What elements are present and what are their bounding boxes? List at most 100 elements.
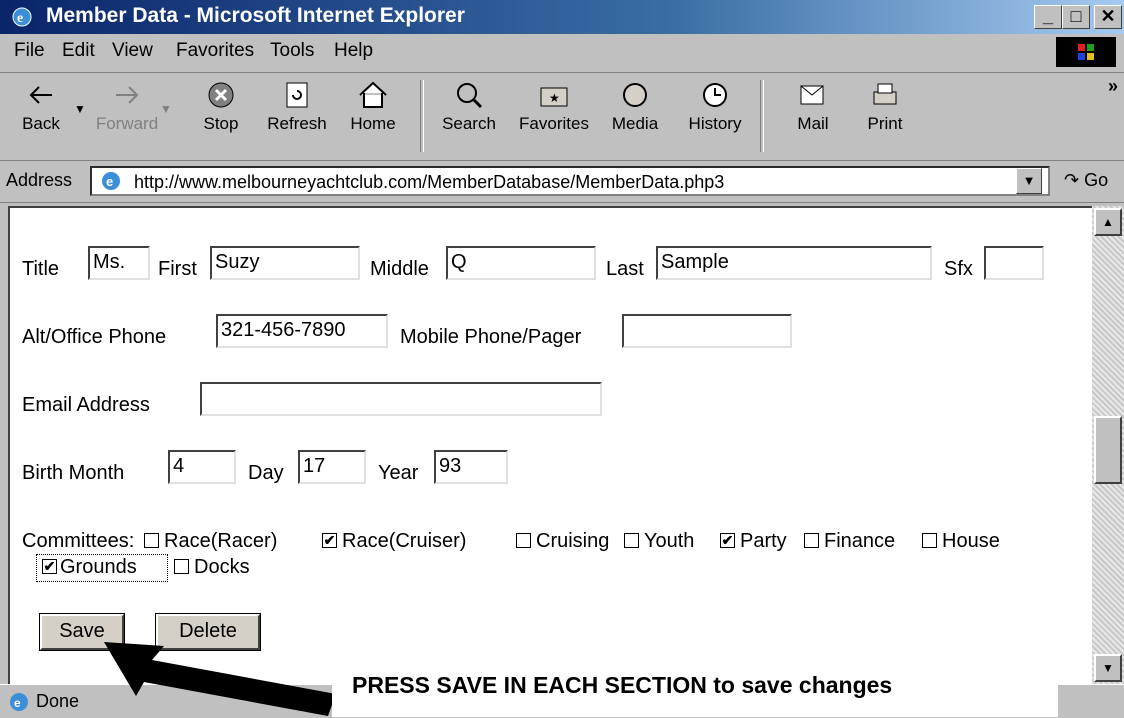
scroll-down-button[interactable]: ▼ [1094,654,1122,682]
minimize-button[interactable]: _ [1034,5,1062,29]
first-name-label: First [158,258,197,280]
window-title: Member Data - Microsoft Internet Explore… [46,4,465,27]
title-bar: e Member Data - Microsoft Internet Explo… [0,0,1124,34]
committee-docks-label: Docks [194,556,250,578]
back-dropdown-icon[interactable]: ▼ [74,102,86,116]
committee-grounds-label: Grounds [60,556,137,578]
go-button[interactable]: ↷ Go [1064,170,1108,191]
alt-phone-input[interactable]: 321-456-7890 [216,314,388,348]
committee-docks-checkbox[interactable] [174,559,189,574]
birth-month-input[interactable]: 4 [168,450,236,484]
toolbar-overflow-chevron[interactable]: » [1108,76,1118,97]
suffix-input[interactable] [984,246,1044,280]
home-button[interactable]: Home [338,78,408,156]
annotation-arrow-icon [104,642,336,716]
internet-explorer-icon: e [12,7,32,27]
mobile-phone-label: Mobile Phone/Pager [400,326,582,348]
toolbar: Back ▼ Forward ▼ Stop Refresh Home Searc… [0,72,1124,161]
forward-dropdown-icon[interactable]: ▼ [160,102,172,116]
committee-house-label: House [942,530,1000,552]
annotation-text: PRESS SAVE IN EACH SECTION to save chang… [352,672,893,698]
middle-name-label: Middle [370,258,429,280]
title-input[interactable]: Ms. [88,246,150,280]
stop-button[interactable]: Stop [186,78,256,156]
favorites-folder-icon: ★ [540,87,568,107]
print-label: Print [867,114,903,133]
page-icon: e [102,172,120,190]
mobile-phone-input[interactable] [622,314,792,348]
search-button[interactable]: Search [434,78,504,156]
back-label: Back [22,114,60,133]
mail-icon [800,85,824,105]
back-button[interactable]: Back [6,78,76,156]
scroll-up-button[interactable]: ▲ [1094,208,1122,236]
alt-phone-label: Alt/Office Phone [22,326,167,348]
toolbar-separator [760,80,764,152]
windows-logo-icon [1056,37,1116,67]
forward-label: Forward [95,114,159,133]
day-input[interactable]: 17 [298,450,366,484]
address-url: http://www.melbourneyachtclub.com/Member… [134,172,725,192]
last-name-label: Last [606,258,644,280]
home-icon [359,81,387,108]
committee-finance-checkbox[interactable] [804,533,819,548]
middle-name-input[interactable]: Q [446,246,596,280]
print-button[interactable]: Print [850,78,920,156]
first-name-input[interactable]: Suzy [210,246,360,280]
home-label: Home [350,114,396,133]
year-input[interactable]: 93 [434,450,508,484]
vertical-scrollbar[interactable]: ▲ ▼ [1092,206,1124,684]
menu-view[interactable]: View [112,40,153,62]
forward-button[interactable]: Forward [92,78,162,156]
year-label: Year [378,462,419,484]
media-label: Media [611,114,659,133]
committee-race-cruiser-checkbox[interactable]: ✔ [322,533,337,548]
day-label: Day [248,462,284,484]
address-label: Address [6,170,73,190]
email-input[interactable] [200,382,602,416]
menu-help[interactable]: Help [334,40,373,62]
favorites-button[interactable]: ★ Favorites [512,78,596,156]
refresh-button[interactable]: Refresh [262,78,332,156]
committee-party-checkbox[interactable]: ✔ [720,533,735,548]
committee-cruising-label: Cruising [536,530,610,552]
scrollbar-thumb[interactable] [1094,416,1122,484]
address-input[interactable]: e http://www.melbourneyachtclub.com/Memb… [90,166,1050,196]
media-icon [623,83,647,107]
media-button[interactable]: Media [600,78,670,156]
page-content: Title Ms. First Suzy Middle Q Last Sampl… [8,206,1092,684]
favorites-label: Favorites [519,114,589,133]
refresh-label: Refresh [267,114,327,133]
close-button[interactable]: ✕ [1094,5,1122,29]
title-label: Title [22,258,60,280]
committee-house-checkbox[interactable] [922,533,937,548]
history-label: History [688,114,742,133]
go-label: Go [1084,170,1109,190]
search-label: Search [442,114,496,133]
history-button[interactable]: History [680,78,750,156]
address-dropdown-button[interactable]: ▼ [1016,168,1042,194]
committee-grounds-checkbox[interactable]: ✔ [42,559,57,574]
committees-label: Committees: [22,530,135,552]
committee-race-racer-label: Race(Racer) [164,530,278,552]
committee-youth-checkbox[interactable] [624,533,639,548]
email-label: Email Address [22,394,150,416]
svg-text:e: e [106,174,113,189]
menu-tools[interactable]: Tools [270,40,314,62]
birth-month-label: Birth Month [22,462,125,484]
menu-edit[interactable]: Edit [62,40,95,62]
stop-label: Stop [203,114,239,133]
committee-cruising-checkbox[interactable] [516,533,531,548]
address-bar: Address e http://www.melbourneyachtclub.… [0,160,1124,203]
menu-favorites[interactable]: Favorites [176,40,254,62]
maximize-button[interactable]: □ [1062,5,1090,29]
menu-bar: File Edit View Favorites Tools Help [0,34,1124,73]
last-name-input[interactable]: Sample [656,246,932,280]
committee-race-racer-checkbox[interactable] [144,533,159,548]
go-arrow-icon: ↷ [1064,170,1080,190]
suffix-label: Sfx [944,258,973,280]
svg-text:e: e [14,696,21,710]
status-text: Done [36,691,80,711]
menu-file[interactable]: File [14,40,45,62]
mail-button[interactable]: Mail [778,78,848,156]
